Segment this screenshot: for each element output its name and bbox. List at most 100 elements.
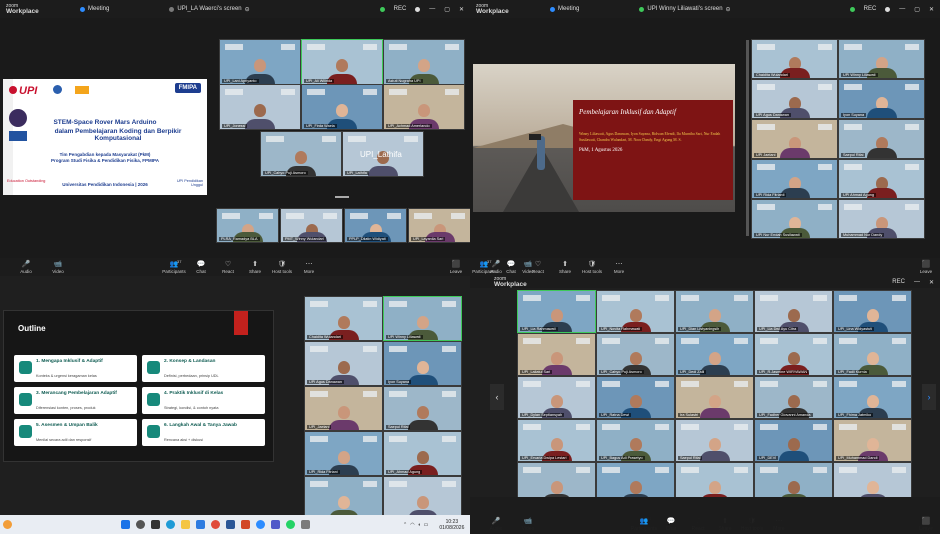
participant-tile[interactable]: UPI_Dylan Septiansyah: [517, 376, 596, 419]
powerpoint-icon[interactable]: [241, 520, 250, 529]
close-window-icon[interactable]: ✕: [929, 6, 934, 13]
more-button[interactable]: ⋯ More: [767, 515, 791, 534]
participant-tile[interactable]: UPI_Rida Fitriani: [304, 431, 383, 476]
leave-button[interactable]: ⬛ Leave: [444, 258, 468, 276]
participant-tile[interactable]: UPI_Cahyo Puji Asmoro: [596, 333, 675, 376]
chat-button[interactable]: 💬 Chat: [499, 258, 523, 276]
participant-tile[interactable]: UPI Agus Danawan: [751, 79, 838, 119]
volume-icon[interactable]: ◖: [418, 522, 421, 528]
react-button[interactable]: ♡ React: [686, 515, 710, 534]
participant-tile[interactable]: UPI_DEVI: [754, 419, 833, 462]
participant-tile[interactable]: UPI Agus Danawan: [304, 341, 383, 386]
host-tools-button[interactable]: 🛡 Host tools: [580, 258, 604, 276]
maximize-icon[interactable]: ▢: [914, 6, 920, 13]
tab-share[interactable]: UPI Winny Liliawati's screen ⊝: [639, 6, 731, 13]
leave-button[interactable]: ⬛ Leave: [914, 258, 938, 276]
participant-tile[interactable]: UPI_Cahyo Puji Asmoro: [260, 131, 342, 177]
close-icon[interactable]: ⊝: [245, 6, 250, 13]
start-icon[interactable]: [121, 520, 130, 529]
participant-tile[interactable]: PLRA_Ramadya BLA: [216, 208, 279, 243]
chrome-icon[interactable]: [211, 520, 220, 529]
participant-tile[interactable]: UPI_Fadher Giovanni Amanda: [754, 376, 833, 419]
participant-tile[interactable]: UPI_Muhammad Dandi: [833, 419, 912, 462]
video-button[interactable]: 📹 Video: [46, 258, 70, 276]
panel-divider[interactable]: [746, 40, 749, 236]
close-icon[interactable]: ⊝: [726, 6, 731, 13]
participant-tile[interactable]: UPI_Firda Waela: [301, 84, 383, 130]
close-window-icon[interactable]: ✕: [929, 279, 934, 286]
rec-badge[interactable]: REC: [892, 279, 905, 285]
zoom-icon[interactable]: [256, 520, 265, 529]
store-icon[interactable]: [196, 520, 205, 529]
settings-icon[interactable]: [415, 6, 421, 12]
participant-tile[interactable]: Saepul Rifai: [838, 119, 925, 159]
participant-tile[interactable]: UPI_Lani Apriyanto: [219, 39, 301, 85]
minimize-icon[interactable]: —: [429, 6, 435, 12]
participant-tile[interactable]: UPI_Jonessi: [219, 84, 301, 130]
video-button[interactable]: 📹 Video: [516, 515, 540, 534]
participant-tile[interactable]: UPI_Ali Wilinda: [301, 39, 383, 85]
participant-tile[interactable]: UPI_Ervaria Dwipa Lestari: [517, 419, 596, 462]
participant-tile[interactable]: UPI Nur Endah Susilawati: [751, 199, 838, 239]
participant-tile[interactable]: Muhammad Nur Dandy: [838, 199, 925, 239]
search-icon[interactable]: [136, 520, 145, 529]
gallery-next-arrow[interactable]: ›: [922, 384, 936, 410]
rec-badge[interactable]: REC: [394, 6, 407, 12]
maximize-icon[interactable]: ▢: [444, 6, 450, 13]
participant-tile[interactable]: UPI_Lia Rahmawati: [517, 290, 596, 333]
participant-tile[interactable]: UPI Ahmad Agung: [838, 159, 925, 199]
host-tools-button[interactable]: 🛡 Host tools: [740, 515, 764, 534]
task-view-icon[interactable]: [151, 520, 160, 529]
participant-tile[interactable]: Chaidita Wulandari: [304, 296, 383, 341]
whatsapp-icon[interactable]: [286, 520, 295, 529]
participant-tile[interactable]: Saepul Rifai: [675, 419, 754, 462]
participant-tile[interactable]: Iyon Suyana: [383, 341, 462, 386]
participant-tile[interactable]: UPI_Novita Rahmawati: [596, 290, 675, 333]
tab-meeting[interactable]: Meeting: [80, 6, 109, 12]
react-button[interactable]: ♡ React: [216, 258, 240, 276]
weather-icon[interactable]: [3, 520, 12, 529]
participant-tile[interactable]: UPI_Jaelani: [304, 386, 383, 431]
participant-tile[interactable]: UPI_Ratna Dewi: [596, 376, 675, 419]
participant-tile[interactable]: UPI Jaelani: [751, 119, 838, 159]
word-icon[interactable]: [226, 520, 235, 529]
tab-meeting[interactable]: Meeting: [550, 6, 579, 12]
battery-icon[interactable]: ▭: [424, 522, 429, 528]
participant-tile[interactable]: Iyon Suyana: [838, 79, 925, 119]
participants-button[interactable]: 👥 Participants 37: [162, 258, 186, 276]
tray-chevron-icon[interactable]: ⌃: [403, 522, 407, 528]
participant-tile[interactable]: UPI_Fadli Kurnia: [833, 333, 912, 376]
gallery-prev-arrow[interactable]: ‹: [490, 384, 504, 410]
file-explorer-icon[interactable]: [181, 520, 190, 529]
minimize-icon[interactable]: —: [914, 279, 920, 285]
participant-tile[interactable]: UPI_Lailatul Sari: [517, 333, 596, 376]
participant-tile[interactable]: UPI_R.Jasmine WIRYAWAN: [754, 333, 833, 376]
participant-tile[interactable]: Saepul Rifai: [383, 386, 462, 431]
participant-tile[interactable]: PMT_Winny Wulandari: [280, 208, 343, 243]
app-icon[interactable]: [301, 520, 310, 529]
audio-button[interactable]: 🎤 Audio: [14, 258, 38, 276]
participant-tile[interactable]: UPI_Lina Widyastuti: [833, 290, 912, 333]
participants-button[interactable]: 👥 Participants 37: [631, 515, 657, 534]
react-button[interactable]: ♡ React: [526, 258, 550, 276]
teams-icon[interactable]: [271, 520, 280, 529]
participants-button[interactable]: 👥 Participants 37: [472, 258, 496, 276]
share-button[interactable]: ⬆ Share: [713, 515, 737, 534]
participant-tile[interactable]: UPI Winny Liliawati: [838, 39, 925, 79]
wifi-icon[interactable]: ◠: [410, 522, 414, 528]
participant-tile[interactable]: UPI_Dedi Zalli: [675, 333, 754, 376]
participant-tile[interactable]: UPI Winny Liliawati: [383, 296, 462, 341]
participant-tile[interactable]: Ira Sulastri: [675, 376, 754, 419]
participant-tile[interactable]: PPLP_Dilatin Widiyati: [344, 208, 407, 243]
clock-date[interactable]: 01/08/2026: [439, 525, 464, 531]
participant-tile[interactable]: UPI_Layanila Sari: [408, 208, 470, 243]
chat-button[interactable]: 💬 Chat: [659, 515, 683, 534]
edge-icon[interactable]: [166, 520, 175, 529]
participant-tile[interactable]: UPI_Nur Endah Susilawati: [304, 476, 383, 515]
participant-tile[interactable]: Chaidita Wulandari: [751, 39, 838, 79]
minimize-icon[interactable]: —: [899, 6, 905, 12]
tab-share[interactable]: UPI_LA Waerci's screen ⊝: [169, 6, 250, 13]
close-window-icon[interactable]: ✕: [459, 6, 464, 13]
participant-tile[interactable]: UPI Rida Fitrianii: [751, 159, 838, 199]
participant-tile[interactable]: UPI_Dian Listyaningsih: [675, 290, 754, 333]
